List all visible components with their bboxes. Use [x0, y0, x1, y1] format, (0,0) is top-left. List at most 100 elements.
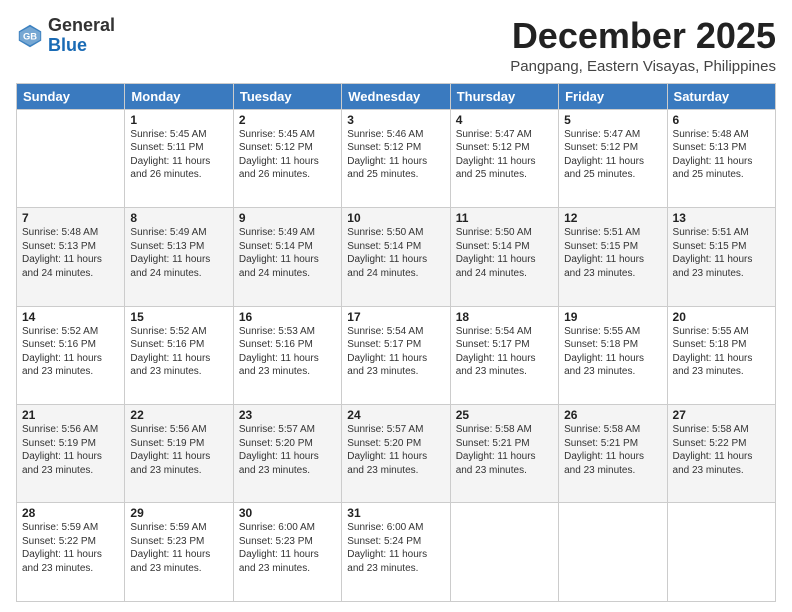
header-monday: Monday: [125, 83, 233, 109]
calendar-week-2: 7 Sunrise: 5:48 AMSunset: 5:13 PMDayligh…: [17, 208, 776, 306]
table-row: 17 Sunrise: 5:54 AMSunset: 5:17 PMDaylig…: [342, 306, 450, 404]
header-sunday: Sunday: [17, 83, 125, 109]
table-row: 27 Sunrise: 5:58 AMSunset: 5:22 PMDaylig…: [667, 405, 775, 503]
day-info: Sunrise: 5:49 AMSunset: 5:14 PMDaylight:…: [239, 226, 336, 280]
day-info: Sunrise: 5:45 AMSunset: 5:11 PMDaylight:…: [130, 128, 227, 182]
table-row: 30 Sunrise: 6:00 AMSunset: 5:23 PMDaylig…: [233, 503, 341, 602]
day-number: 6: [673, 113, 770, 127]
day-info: Sunrise: 5:47 AMSunset: 5:12 PMDaylight:…: [564, 128, 661, 182]
header-tuesday: Tuesday: [233, 83, 341, 109]
table-row: 11 Sunrise: 5:50 AMSunset: 5:14 PMDaylig…: [450, 208, 558, 306]
day-info: Sunrise: 5:47 AMSunset: 5:12 PMDaylight:…: [456, 128, 553, 182]
calendar-table: Sunday Monday Tuesday Wednesday Thursday…: [16, 83, 776, 602]
day-number: 7: [22, 211, 119, 225]
day-number: 30: [239, 506, 336, 520]
table-row: 22 Sunrise: 5:56 AMSunset: 5:19 PMDaylig…: [125, 405, 233, 503]
table-row: 29 Sunrise: 5:59 AMSunset: 5:23 PMDaylig…: [125, 503, 233, 602]
day-info: Sunrise: 6:00 AMSunset: 5:24 PMDaylight:…: [347, 521, 444, 575]
day-info: Sunrise: 5:54 AMSunset: 5:17 PMDaylight:…: [347, 325, 444, 379]
day-number: 19: [564, 310, 661, 324]
day-info: Sunrise: 5:51 AMSunset: 5:15 PMDaylight:…: [564, 226, 661, 280]
day-info: Sunrise: 5:57 AMSunset: 5:20 PMDaylight:…: [239, 423, 336, 477]
table-row: 24 Sunrise: 5:57 AMSunset: 5:20 PMDaylig…: [342, 405, 450, 503]
svg-text:GB: GB: [23, 32, 37, 42]
day-number: 17: [347, 310, 444, 324]
logo-blue: Blue: [48, 35, 87, 55]
month-title: December 2025: [510, 16, 776, 56]
day-info: Sunrise: 5:53 AMSunset: 5:16 PMDaylight:…: [239, 325, 336, 379]
table-row: 23 Sunrise: 5:57 AMSunset: 5:20 PMDaylig…: [233, 405, 341, 503]
day-number: 22: [130, 408, 227, 422]
table-row: [559, 503, 667, 602]
table-row: 1 Sunrise: 5:45 AMSunset: 5:11 PMDayligh…: [125, 109, 233, 207]
day-number: 4: [456, 113, 553, 127]
table-row: 19 Sunrise: 5:55 AMSunset: 5:18 PMDaylig…: [559, 306, 667, 404]
day-info: Sunrise: 5:58 AMSunset: 5:22 PMDaylight:…: [673, 423, 770, 477]
calendar-header-row: Sunday Monday Tuesday Wednesday Thursday…: [17, 83, 776, 109]
table-row: 7 Sunrise: 5:48 AMSunset: 5:13 PMDayligh…: [17, 208, 125, 306]
table-row: 14 Sunrise: 5:52 AMSunset: 5:16 PMDaylig…: [17, 306, 125, 404]
day-number: 25: [456, 408, 553, 422]
table-row: [667, 503, 775, 602]
day-number: 31: [347, 506, 444, 520]
table-row: 6 Sunrise: 5:48 AMSunset: 5:13 PMDayligh…: [667, 109, 775, 207]
table-row: 13 Sunrise: 5:51 AMSunset: 5:15 PMDaylig…: [667, 208, 775, 306]
day-number: 26: [564, 408, 661, 422]
day-number: 14: [22, 310, 119, 324]
calendar-week-1: 1 Sunrise: 5:45 AMSunset: 5:11 PMDayligh…: [17, 109, 776, 207]
day-info: Sunrise: 5:58 AMSunset: 5:21 PMDaylight:…: [564, 423, 661, 477]
table-row: 8 Sunrise: 5:49 AMSunset: 5:13 PMDayligh…: [125, 208, 233, 306]
calendar-week-5: 28 Sunrise: 5:59 AMSunset: 5:22 PMDaylig…: [17, 503, 776, 602]
day-info: Sunrise: 5:50 AMSunset: 5:14 PMDaylight:…: [347, 226, 444, 280]
day-info: Sunrise: 5:58 AMSunset: 5:21 PMDaylight:…: [456, 423, 553, 477]
day-number: 28: [22, 506, 119, 520]
table-row: 25 Sunrise: 5:58 AMSunset: 5:21 PMDaylig…: [450, 405, 558, 503]
day-number: 5: [564, 113, 661, 127]
header-wednesday: Wednesday: [342, 83, 450, 109]
day-info: Sunrise: 5:50 AMSunset: 5:14 PMDaylight:…: [456, 226, 553, 280]
day-info: Sunrise: 5:52 AMSunset: 5:16 PMDaylight:…: [22, 325, 119, 379]
table-row: 9 Sunrise: 5:49 AMSunset: 5:14 PMDayligh…: [233, 208, 341, 306]
day-number: 24: [347, 408, 444, 422]
table-row: 31 Sunrise: 6:00 AMSunset: 5:24 PMDaylig…: [342, 503, 450, 602]
day-info: Sunrise: 5:48 AMSunset: 5:13 PMDaylight:…: [22, 226, 119, 280]
table-row: [450, 503, 558, 602]
day-info: Sunrise: 5:55 AMSunset: 5:18 PMDaylight:…: [673, 325, 770, 379]
day-info: Sunrise: 5:51 AMSunset: 5:15 PMDaylight:…: [673, 226, 770, 280]
logo-text: General Blue: [48, 16, 115, 56]
day-number: 3: [347, 113, 444, 127]
table-row: 4 Sunrise: 5:47 AMSunset: 5:12 PMDayligh…: [450, 109, 558, 207]
day-info: Sunrise: 5:59 AMSunset: 5:22 PMDaylight:…: [22, 521, 119, 575]
calendar-week-4: 21 Sunrise: 5:56 AMSunset: 5:19 PMDaylig…: [17, 405, 776, 503]
table-row: 2 Sunrise: 5:45 AMSunset: 5:12 PMDayligh…: [233, 109, 341, 207]
day-info: Sunrise: 5:52 AMSunset: 5:16 PMDaylight:…: [130, 325, 227, 379]
day-number: 16: [239, 310, 336, 324]
table-row: 28 Sunrise: 5:59 AMSunset: 5:22 PMDaylig…: [17, 503, 125, 602]
table-row: 15 Sunrise: 5:52 AMSunset: 5:16 PMDaylig…: [125, 306, 233, 404]
logo: GB General Blue: [16, 16, 115, 56]
day-number: 20: [673, 310, 770, 324]
day-info: Sunrise: 5:45 AMSunset: 5:12 PMDaylight:…: [239, 128, 336, 182]
day-number: 21: [22, 408, 119, 422]
table-row: 20 Sunrise: 5:55 AMSunset: 5:18 PMDaylig…: [667, 306, 775, 404]
page-container: GB General Blue December 2025 Pangpang, …: [0, 0, 792, 612]
table-row: 12 Sunrise: 5:51 AMSunset: 5:15 PMDaylig…: [559, 208, 667, 306]
day-number: 10: [347, 211, 444, 225]
day-info: Sunrise: 6:00 AMSunset: 5:23 PMDaylight:…: [239, 521, 336, 575]
day-info: Sunrise: 5:54 AMSunset: 5:17 PMDaylight:…: [456, 325, 553, 379]
title-block: December 2025 Pangpang, Eastern Visayas,…: [510, 16, 776, 75]
day-info: Sunrise: 5:56 AMSunset: 5:19 PMDaylight:…: [130, 423, 227, 477]
table-row: 10 Sunrise: 5:50 AMSunset: 5:14 PMDaylig…: [342, 208, 450, 306]
day-number: 2: [239, 113, 336, 127]
day-info: Sunrise: 5:48 AMSunset: 5:13 PMDaylight:…: [673, 128, 770, 182]
table-row: 21 Sunrise: 5:56 AMSunset: 5:19 PMDaylig…: [17, 405, 125, 503]
table-row: 26 Sunrise: 5:58 AMSunset: 5:21 PMDaylig…: [559, 405, 667, 503]
header-saturday: Saturday: [667, 83, 775, 109]
day-info: Sunrise: 5:57 AMSunset: 5:20 PMDaylight:…: [347, 423, 444, 477]
day-info: Sunrise: 5:46 AMSunset: 5:12 PMDaylight:…: [347, 128, 444, 182]
day-number: 12: [564, 211, 661, 225]
calendar-week-3: 14 Sunrise: 5:52 AMSunset: 5:16 PMDaylig…: [17, 306, 776, 404]
day-number: 13: [673, 211, 770, 225]
day-info: Sunrise: 5:49 AMSunset: 5:13 PMDaylight:…: [130, 226, 227, 280]
location-title: Pangpang, Eastern Visayas, Philippines: [510, 58, 776, 75]
